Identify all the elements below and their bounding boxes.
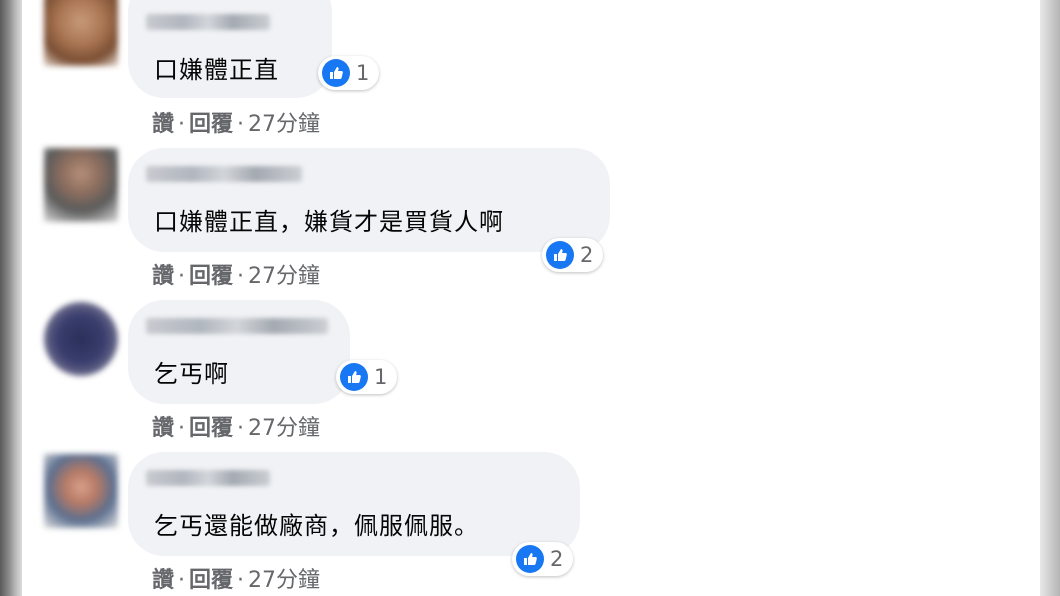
comment-text: 口嫌體正直，嫌貨才是買貨人啊	[154, 208, 504, 236]
like-link[interactable]: 讚	[152, 106, 174, 138]
right-edge-shadow	[1040, 0, 1060, 596]
left-edge-shadow	[0, 0, 22, 596]
avatar[interactable]	[44, 302, 118, 376]
avatar[interactable]	[44, 454, 118, 528]
like-count: 2	[580, 243, 594, 267]
author-name[interactable]	[146, 14, 270, 30]
comment-bubble: 口嫌體正直	[128, 0, 332, 98]
thumbs-up-icon	[516, 545, 544, 573]
like-link[interactable]: 讚	[152, 258, 174, 290]
timestamp[interactable]: 27分鐘	[248, 106, 320, 138]
timestamp[interactable]: 27分鐘	[248, 258, 320, 290]
avatar[interactable]	[44, 0, 118, 66]
separator: ·	[237, 264, 245, 289]
comment-actions: 讚 · 回覆 · 27分鐘	[152, 410, 320, 442]
timestamp[interactable]: 27分鐘	[248, 562, 320, 594]
comment-bubble: 乞丐還能做廠商，佩服佩服。	[128, 452, 580, 556]
thumbs-up-icon	[340, 363, 368, 391]
author-name[interactable]	[146, 318, 328, 334]
reply-link[interactable]: 回覆	[189, 106, 233, 138]
reply-link[interactable]: 回覆	[189, 410, 233, 442]
separator: ·	[178, 568, 186, 593]
separator: ·	[237, 568, 245, 593]
thumbs-up-icon	[322, 59, 350, 87]
separator: ·	[178, 416, 186, 441]
separator: ·	[178, 264, 186, 289]
timestamp[interactable]: 27分鐘	[248, 410, 320, 442]
like-link[interactable]: 讚	[152, 410, 174, 442]
comment-actions: 讚 · 回覆 · 27分鐘	[152, 258, 320, 290]
like-count: 1	[374, 365, 388, 389]
comment-actions: 讚 · 回覆 · 27分鐘	[152, 106, 320, 138]
comment-text: 口嫌體正直	[154, 56, 279, 84]
like-count: 1	[356, 61, 370, 85]
comment-bubble: 乞丐啊	[128, 300, 350, 404]
avatar[interactable]	[44, 148, 118, 222]
author-name[interactable]	[146, 470, 270, 486]
comment-text: 乞丐還能做廠商，佩服佩服。	[154, 512, 479, 540]
reply-link[interactable]: 回覆	[189, 258, 233, 290]
comment-bubble: 口嫌體正直，嫌貨才是買貨人啊	[128, 148, 610, 252]
like-count: 2	[550, 547, 564, 571]
separator: ·	[237, 112, 245, 137]
comment-actions: 讚 · 回覆 · 27分鐘	[152, 562, 320, 594]
separator: ·	[237, 416, 245, 441]
reaction-badge[interactable]: 1	[318, 56, 380, 90]
thumbs-up-icon	[546, 241, 574, 269]
author-name[interactable]	[146, 166, 302, 182]
like-link[interactable]: 讚	[152, 562, 174, 594]
reaction-badge[interactable]: 2	[542, 238, 604, 272]
separator: ·	[178, 112, 186, 137]
reaction-badge[interactable]: 1	[336, 360, 398, 394]
reply-link[interactable]: 回覆	[189, 562, 233, 594]
comment-text: 乞丐啊	[154, 360, 229, 388]
reaction-badge[interactable]: 2	[512, 542, 574, 576]
